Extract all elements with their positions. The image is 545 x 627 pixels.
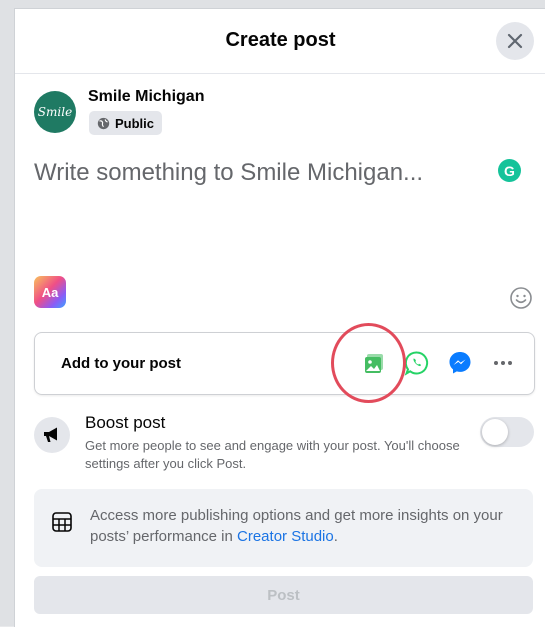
grammarly-icon[interactable]: G	[498, 159, 521, 182]
avatar[interactable]: Smile	[34, 91, 76, 133]
author-name: Smile Michigan	[88, 88, 205, 105]
toggle-knob	[482, 419, 508, 445]
emoji-button[interactable]	[509, 286, 533, 315]
info-text: Access more publishing options and get m…	[90, 505, 520, 547]
add-to-post-bar: Add to your post	[34, 332, 535, 395]
boost-post-title: Boost post	[85, 413, 166, 432]
post-text-input[interactable]: Write something to Smile Michigan...	[34, 159, 423, 187]
creator-studio-info-box: Access more publishing options and get m…	[34, 489, 533, 567]
messenger-button[interactable]	[446, 349, 474, 377]
boost-post-toggle[interactable]	[480, 417, 534, 447]
post-button[interactable]: Post	[34, 576, 533, 614]
more-options-button[interactable]	[489, 349, 517, 377]
whatsapp-button[interactable]	[403, 349, 431, 377]
megaphone-icon	[34, 417, 70, 453]
create-post-dialog: Create post Smile Smile Michigan Public …	[14, 8, 545, 627]
table-icon	[52, 512, 72, 532]
dialog-header: Create post	[15, 9, 545, 74]
avatar-logo-text: Smile	[37, 105, 73, 119]
close-button[interactable]	[496, 22, 534, 60]
globe-icon	[97, 117, 110, 129]
info-suffix: .	[333, 528, 338, 545]
whatsapp-icon	[404, 351, 429, 376]
messenger-icon	[449, 352, 471, 374]
boost-post-description: Get more people to see and engage with y…	[85, 438, 460, 471]
text-style-button[interactable]: Aa	[34, 276, 66, 308]
privacy-label: Public	[115, 115, 155, 131]
close-icon	[507, 33, 523, 49]
privacy-selector[interactable]: Public	[89, 111, 163, 135]
add-to-post-label: Add to your post	[61, 355, 181, 372]
more-icon	[494, 361, 512, 365]
highlight-circle-annotation	[331, 323, 406, 403]
smiley-icon	[510, 287, 532, 309]
dialog-title: Create post	[225, 29, 336, 51]
creator-studio-link[interactable]: Creator Studio	[237, 528, 334, 545]
